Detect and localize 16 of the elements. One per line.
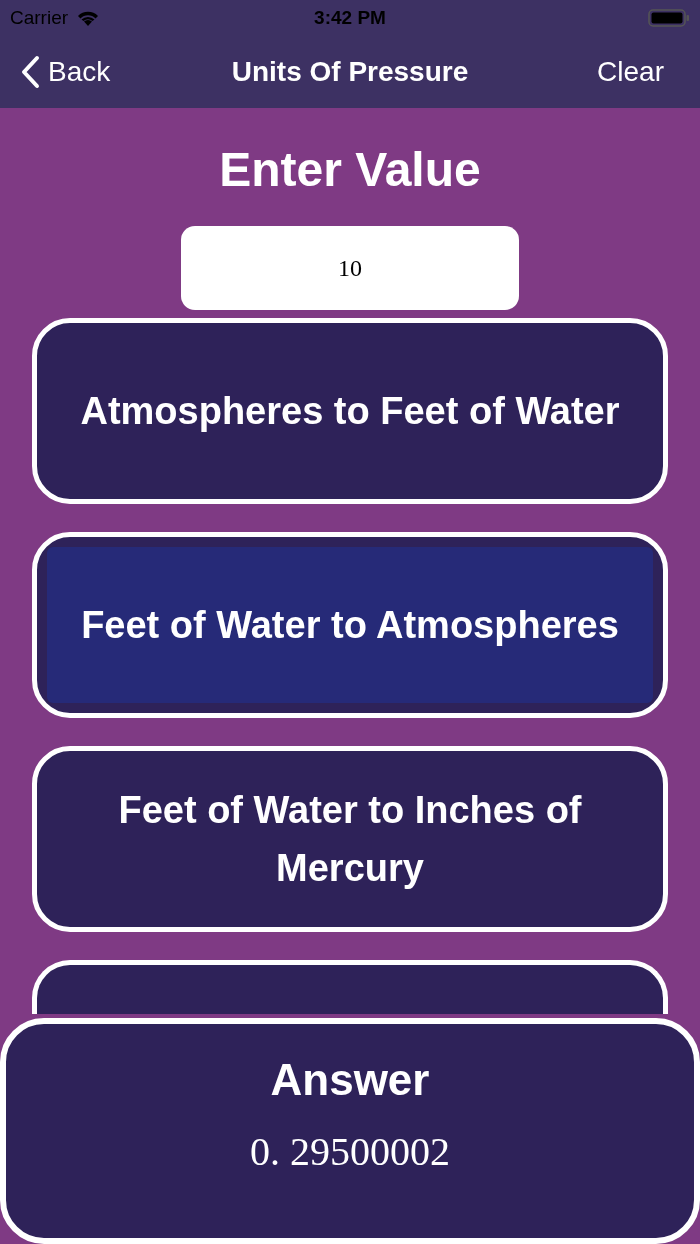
wifi-icon [76, 9, 101, 27]
clear-button[interactable]: Clear [597, 51, 664, 93]
enter-value-heading: Enter Value [219, 146, 481, 194]
conversion-button[interactable]: Atmospheres to Feet of Water [32, 318, 668, 504]
answer-title: Answer [270, 1058, 430, 1102]
carrier-label: Carrier [10, 5, 69, 30]
conversion-button[interactable]: Feet of Water to Atmospheres [32, 532, 668, 718]
conversion-button[interactable]: Feet of Water to Inches of Mercury [32, 746, 668, 932]
screen-title: Units Of Pressure [231, 55, 469, 89]
answer-value: 0. 29500002 [250, 1132, 450, 1172]
value-input-field[interactable]: 10 [181, 226, 519, 310]
back-button[interactable]: Back [20, 51, 111, 93]
battery-icon [648, 8, 690, 28]
time-label: 3:42 PM [314, 5, 386, 30]
conversion-button[interactable] [32, 960, 668, 1014]
chevron-left-icon [20, 55, 40, 89]
